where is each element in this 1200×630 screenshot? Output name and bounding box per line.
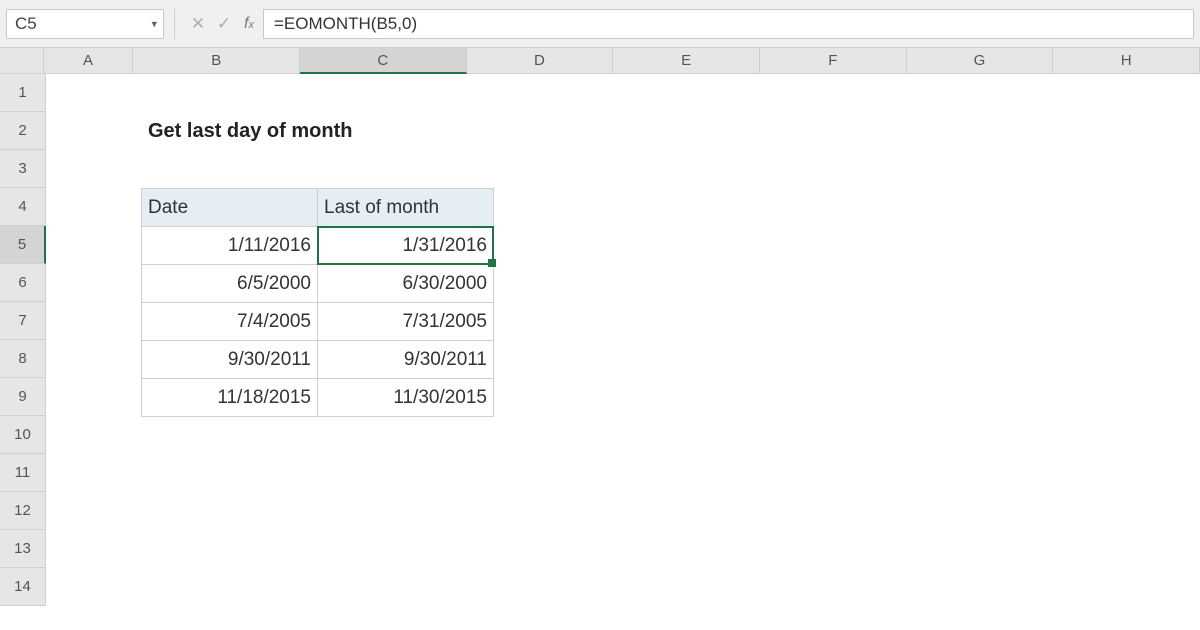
row-header-12[interactable]: 12 <box>0 492 46 530</box>
column-headers: A B C D E F G H <box>0 48 1200 74</box>
row-headers: 1 2 3 4 5 6 7 8 9 10 11 12 13 14 <box>0 74 46 606</box>
col-header-G[interactable]: G <box>907 48 1054 74</box>
enter-icon[interactable]: ✓ <box>211 14 237 34</box>
fx-icon[interactable]: fx <box>237 15 263 33</box>
title-cell[interactable]: Get last day of month <box>148 120 352 143</box>
row-header-14[interactable]: 14 <box>0 568 46 606</box>
row-header-13[interactable]: 13 <box>0 530 46 568</box>
row-header-1[interactable]: 1 <box>0 74 46 112</box>
select-all-corner[interactable] <box>0 48 44 74</box>
col-header-A[interactable]: A <box>44 48 134 74</box>
table-header-row: Date Last of month <box>142 189 494 227</box>
name-box-value: C5 <box>15 14 37 34</box>
grid[interactable]: Get last day of month Date Last of month… <box>46 74 1200 630</box>
separator <box>174 9 175 39</box>
row-header-11[interactable]: 11 <box>0 454 46 492</box>
cell-C6[interactable]: 6/30/2000 <box>318 265 494 303</box>
row-header-2[interactable]: 2 <box>0 112 46 150</box>
dropdown-icon[interactable]: ▾ <box>151 17 157 30</box>
name-box[interactable]: C5 ▾ <box>6 9 164 39</box>
col-header-F[interactable]: F <box>760 48 907 74</box>
worksheet: A B C D E F G H 1 2 3 4 5 6 7 8 9 10 11 … <box>0 48 1200 630</box>
row-header-9[interactable]: 9 <box>0 378 46 416</box>
cell-C8[interactable]: 9/30/2011 <box>318 341 494 379</box>
table-row: 6/5/2000 6/30/2000 <box>142 265 494 303</box>
row-header-8[interactable]: 8 <box>0 340 46 378</box>
cell-C5[interactable]: 1/31/2016 <box>318 227 494 265</box>
header-lom[interactable]: Last of month <box>318 189 494 227</box>
cell-C9[interactable]: 11/30/2015 <box>318 379 494 417</box>
cell-C7[interactable]: 7/31/2005 <box>318 303 494 341</box>
col-header-C[interactable]: C <box>300 48 467 74</box>
row-header-3[interactable]: 3 <box>0 150 46 188</box>
cell-B5[interactable]: 1/11/2016 <box>142 227 318 265</box>
formula-bar: C5 ▾ ✕ ✓ fx =EOMONTH(B5,0) <box>0 0 1200 48</box>
row-header-5[interactable]: 5 <box>0 226 46 264</box>
row-header-6[interactable]: 6 <box>0 264 46 302</box>
table-row: 1/11/2016 1/31/2016 <box>142 227 494 265</box>
col-header-H[interactable]: H <box>1053 48 1200 74</box>
header-date[interactable]: Date <box>142 189 318 227</box>
col-header-E[interactable]: E <box>613 48 760 74</box>
col-header-D[interactable]: D <box>467 48 614 74</box>
table-row: 11/18/2015 11/30/2015 <box>142 379 494 417</box>
row-header-4[interactable]: 4 <box>0 188 46 226</box>
table-row: 9/30/2011 9/30/2011 <box>142 341 494 379</box>
cell-B6[interactable]: 6/5/2000 <box>142 265 318 303</box>
formula-input[interactable]: =EOMONTH(B5,0) <box>263 9 1194 39</box>
cell-B7[interactable]: 7/4/2005 <box>142 303 318 341</box>
row-header-7[interactable]: 7 <box>0 302 46 340</box>
data-table: Date Last of month 1/11/2016 1/31/2016 6… <box>141 188 494 417</box>
col-header-B[interactable]: B <box>133 48 300 74</box>
row-header-10[interactable]: 10 <box>0 416 46 454</box>
formula-text: =EOMONTH(B5,0) <box>274 14 417 34</box>
cell-B8[interactable]: 9/30/2011 <box>142 341 318 379</box>
table-row: 7/4/2005 7/31/2005 <box>142 303 494 341</box>
cancel-icon[interactable]: ✕ <box>185 14 211 34</box>
cell-B9[interactable]: 11/18/2015 <box>142 379 318 417</box>
